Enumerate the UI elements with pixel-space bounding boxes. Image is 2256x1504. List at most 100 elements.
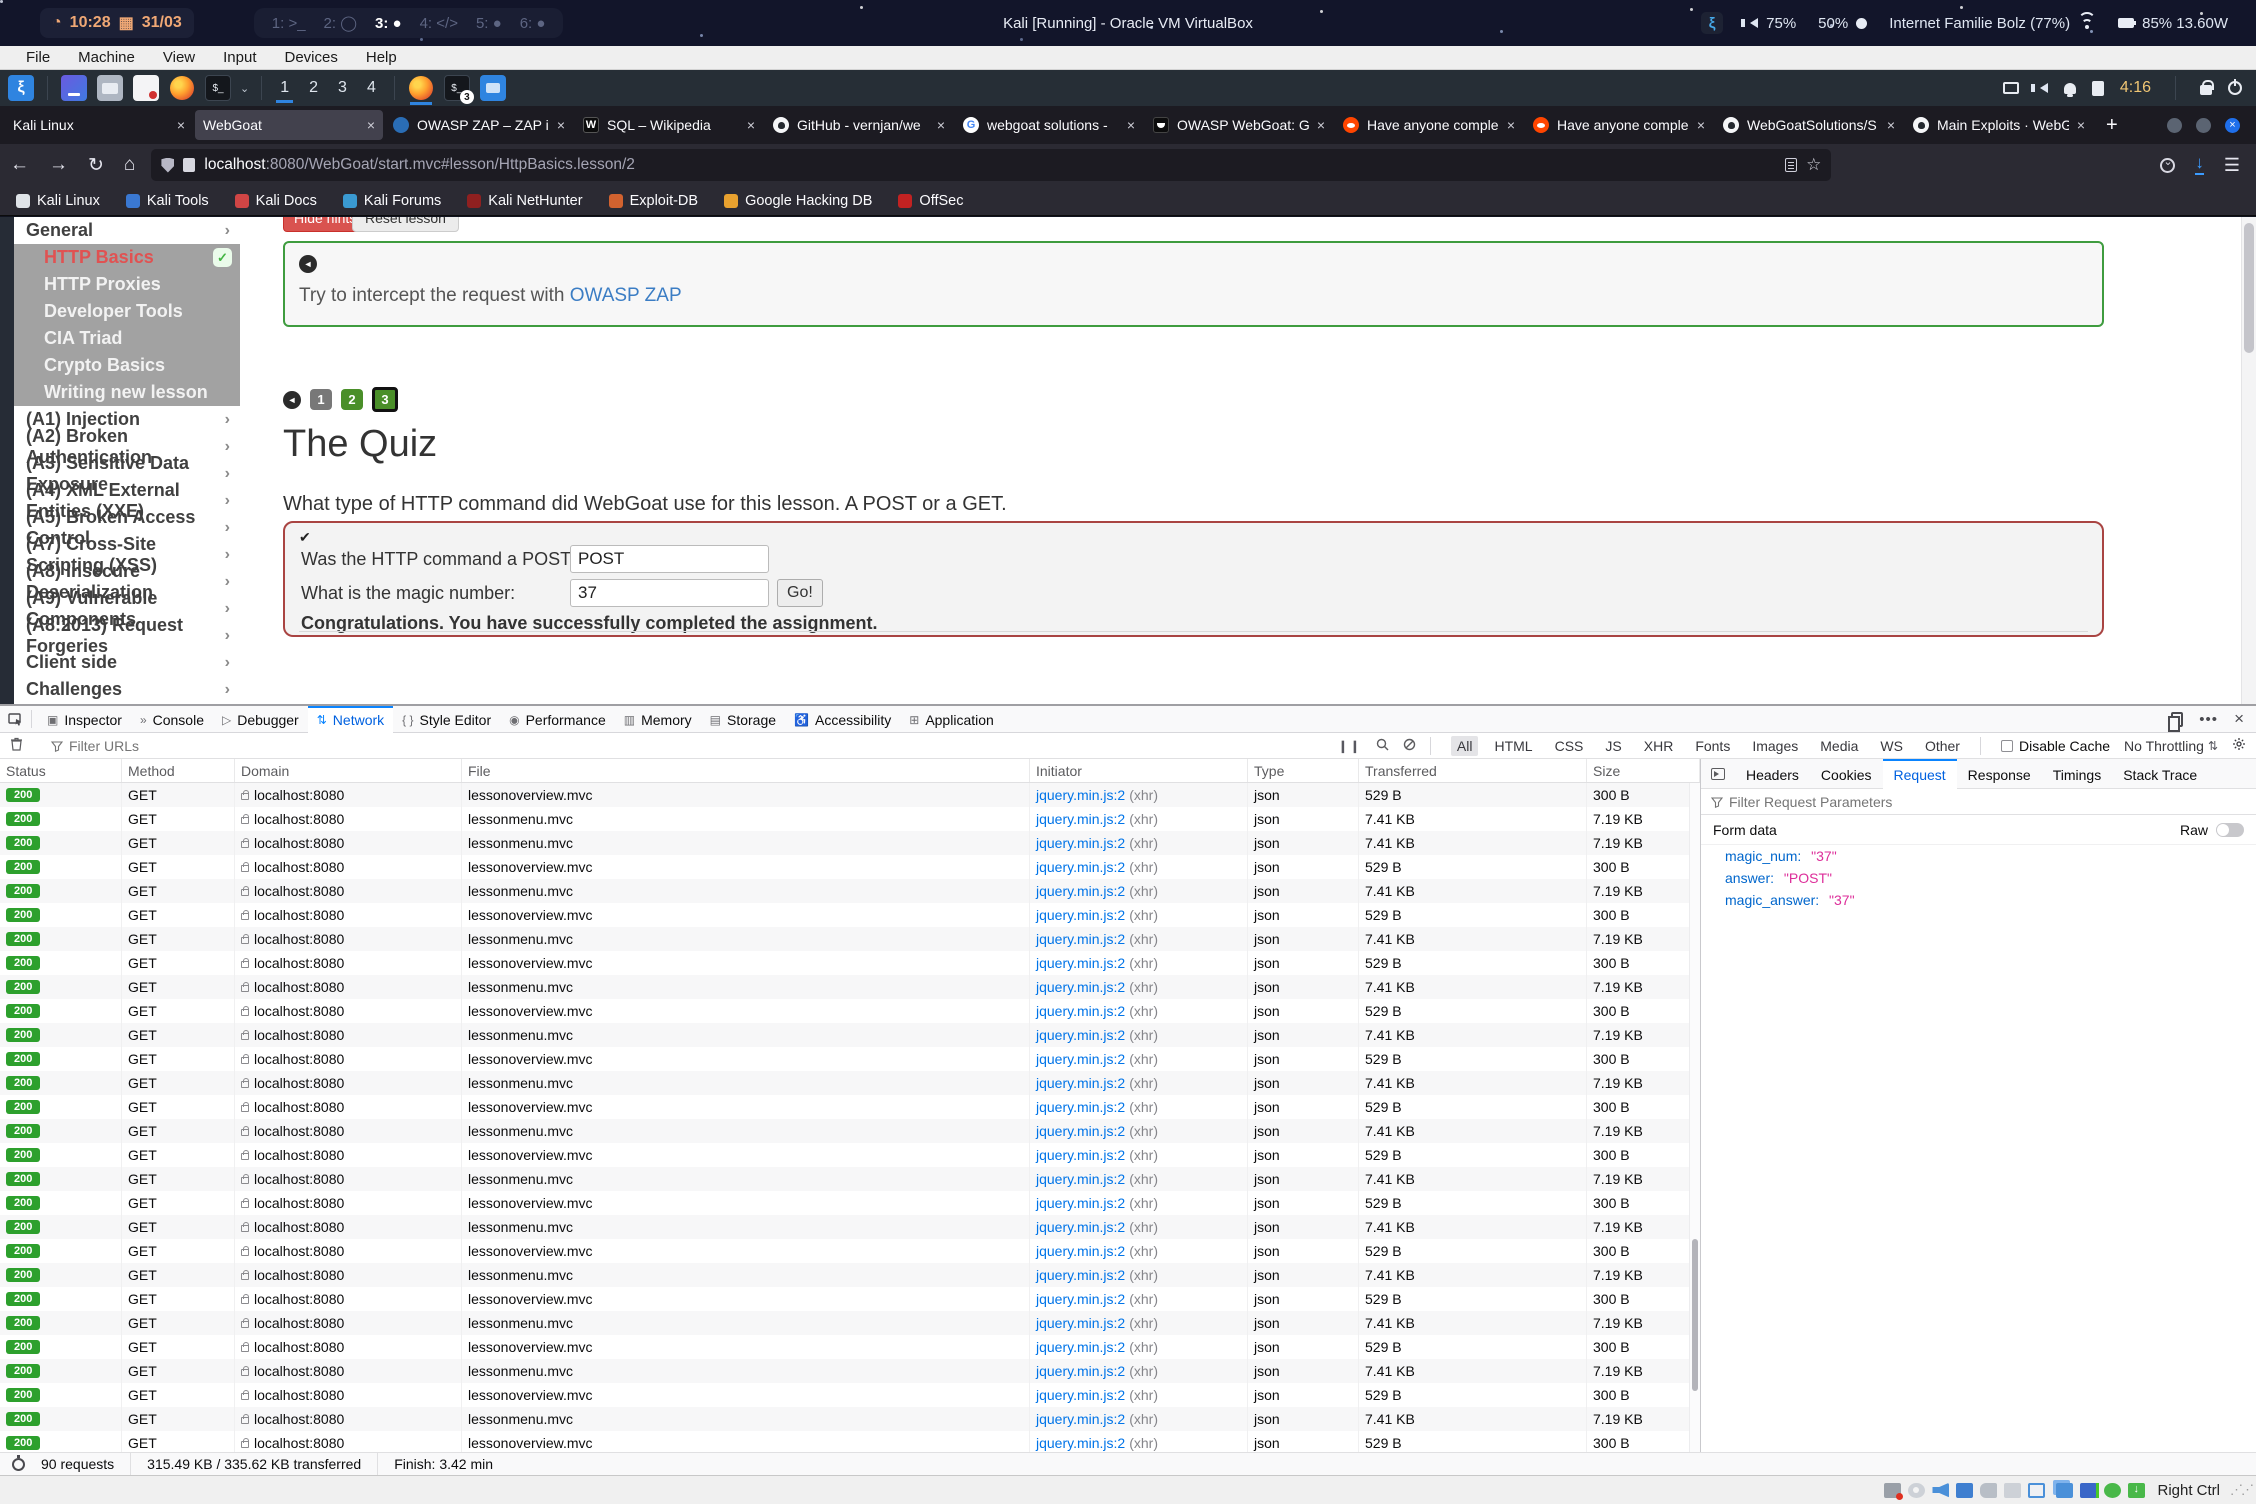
workspace-button[interactable]: 2	[299, 75, 328, 101]
initiator-link[interactable]: jquery.min.js:2	[1036, 979, 1125, 995]
collapse-panel-icon[interactable]	[1711, 768, 1725, 780]
raw-toggle-switch[interactable]	[2216, 823, 2244, 837]
type-filter-button[interactable]: Media	[1814, 736, 1864, 756]
request-row[interactable]: 200 GET localhost:8080 lessonmenu.mvc jq…	[0, 1407, 1700, 1431]
sidebar-item-general[interactable]: General ›	[14, 217, 240, 244]
column-transferred[interactable]: Transferred	[1359, 759, 1587, 782]
initiator-link[interactable]: jquery.min.js:2	[1036, 1171, 1125, 1187]
address-bar[interactable]: localhost:8080/WebGoat/start.mvc#lesson/…	[151, 149, 1831, 181]
devtools-tab[interactable]: { } Style Editor	[393, 706, 500, 733]
clear-requests-icon[interactable]	[10, 737, 23, 754]
tab-close-icon[interactable]: ×	[177, 117, 185, 133]
request-row[interactable]: 200 GET localhost:8080 lessonmenu.mvc jq…	[0, 927, 1700, 951]
initiator-link[interactable]: jquery.min.js:2	[1036, 883, 1125, 899]
devtools-tab[interactable]: ⇅ Network	[308, 706, 393, 733]
reload-button[interactable]: ↻	[88, 154, 104, 177]
owasp-zap-link[interactable]: OWASP ZAP	[570, 285, 682, 306]
initiator-link[interactable]: jquery.min.js:2	[1036, 811, 1125, 827]
initiator-link[interactable]: jquery.min.js:2	[1036, 787, 1125, 803]
home-button[interactable]: ⌂	[124, 154, 135, 176]
initiator-link[interactable]: jquery.min.js:2	[1036, 907, 1125, 923]
host-workspace[interactable]: 3: ●	[375, 15, 402, 32]
browser-tab[interactable]: WebGoatSolutions/S ×	[1715, 110, 1903, 140]
filter-urls-input[interactable]	[69, 738, 309, 754]
browser-tab[interactable]: Have anyone comple ×	[1525, 110, 1713, 140]
menubar-item[interactable]: Machine	[66, 47, 147, 68]
request-row[interactable]: 200 GET localhost:8080 lessonoverview.mv…	[0, 951, 1700, 975]
chevron-down-icon[interactable]: ⌄	[240, 82, 249, 95]
initiator-link[interactable]: jquery.min.js:2	[1036, 1051, 1125, 1067]
host-workspace[interactable]: 6: ●	[520, 15, 546, 32]
tab-close-icon[interactable]: ×	[937, 117, 945, 133]
request-row[interactable]: 200 GET localhost:8080 lessonoverview.mv…	[0, 783, 1700, 807]
initiator-link[interactable]: jquery.min.js:2	[1036, 835, 1125, 851]
request-row[interactable]: 200 GET localhost:8080 lessonmenu.mvc jq…	[0, 1119, 1700, 1143]
initiator-link[interactable]: jquery.min.js:2	[1036, 931, 1125, 947]
request-row[interactable]: 200 GET localhost:8080 lessonmenu.mvc jq…	[0, 975, 1700, 999]
text-editor-icon[interactable]	[133, 75, 159, 101]
url-text[interactable]: localhost:8080/WebGoat/start.mvc#lesson/…	[204, 156, 1776, 174]
details-tab[interactable]: Stack Trace	[2112, 759, 2208, 789]
tab-close-icon[interactable]: ×	[2077, 117, 2085, 133]
battery-tray-icon[interactable]	[2092, 81, 2104, 96]
host-workspace[interactable]: 4: </>	[420, 15, 458, 32]
initiator-link[interactable]: jquery.min.js:2	[1036, 1027, 1125, 1043]
request-row[interactable]: 200 GET localhost:8080 lessonoverview.mv…	[0, 1431, 1700, 1454]
site-info-icon[interactable]	[183, 158, 195, 172]
type-filter-button[interactable]: JS	[1599, 736, 1627, 756]
form-data-param[interactable]: answer: "POST"	[1701, 867, 2256, 889]
details-tab[interactable]: Request	[1883, 759, 1957, 789]
column-initiator[interactable]: Initiator	[1030, 759, 1248, 782]
performance-analysis-icon[interactable]	[12, 1458, 25, 1471]
vm-device-icon[interactable]	[1932, 1483, 1949, 1498]
request-row[interactable]: 200 GET localhost:8080 lessonmenu.mvc jq…	[0, 1023, 1700, 1047]
network-settings-gear-icon[interactable]	[2232, 737, 2246, 754]
initiator-link[interactable]: jquery.min.js:2	[1036, 859, 1125, 875]
power-icon[interactable]	[2228, 81, 2242, 95]
host-clock-chip[interactable]: ◔ 10:28 ▦ 31/03	[40, 8, 194, 38]
forward-button[interactable]: →	[49, 154, 68, 176]
terminal-window-button[interactable]: $_ 3	[444, 75, 470, 101]
devtools-tab[interactable]: ⊞ Application	[900, 706, 1003, 733]
pause-traffic-icon[interactable]: ❙❙	[1338, 739, 1362, 753]
devtools-close-icon[interactable]: ×	[2234, 709, 2244, 729]
host-workspace-switcher[interactable]: 1: >_2: ◯3: ●4: </>5: ●6: ●	[254, 8, 564, 38]
request-row[interactable]: 200 GET localhost:8080 lessonoverview.mv…	[0, 1287, 1700, 1311]
file-manager-icon[interactable]	[97, 75, 123, 101]
column-type[interactable]: Type	[1248, 759, 1359, 782]
tab-close-icon[interactable]: ×	[367, 117, 375, 133]
workspace-button[interactable]: 4	[357, 75, 386, 101]
devtools-tab[interactable]: » Console	[131, 706, 213, 733]
downloads-icon[interactable]: ↓	[2195, 156, 2204, 175]
initiator-link[interactable]: jquery.min.js:2	[1036, 1339, 1125, 1355]
tab-close-icon[interactable]: ×	[1317, 117, 1325, 133]
vm-device-icon[interactable]	[2056, 1483, 2073, 1498]
resize-grip[interactable]: ⋰⋰	[2230, 1482, 2252, 1498]
request-row[interactable]: 200 GET localhost:8080 lessonmenu.mvc jq…	[0, 1167, 1700, 1191]
type-filter-button[interactable]: Other	[1919, 736, 1966, 756]
volume-tray-icon[interactable]	[2035, 83, 2048, 93]
browser-tab[interactable]: Kali Linux ×	[5, 110, 193, 140]
tab-close-icon[interactable]: ×	[557, 117, 565, 133]
request-row[interactable]: 200 GET localhost:8080 lessonoverview.mv…	[0, 855, 1700, 879]
devtools-tab[interactable]: ▷ Debugger	[213, 706, 308, 733]
type-filter-button[interactable]: XHR	[1638, 736, 1680, 756]
browser-tab[interactable]: OWASP ZAP – ZAP i ×	[385, 110, 573, 140]
initiator-link[interactable]: jquery.min.js:2	[1036, 1219, 1125, 1235]
request-row[interactable]: 200 GET localhost:8080 lessonoverview.mv…	[0, 1095, 1700, 1119]
initiator-link[interactable]: jquery.min.js:2	[1036, 1123, 1125, 1139]
reader-mode-icon[interactable]	[1785, 158, 1797, 172]
initiator-link[interactable]: jquery.min.js:2	[1036, 1267, 1125, 1283]
request-row[interactable]: 200 GET localhost:8080 lessonoverview.mv…	[0, 1143, 1700, 1167]
battery-indicator[interactable]: 85% 13.60W	[2118, 15, 2228, 32]
responsive-design-mode-icon[interactable]	[2171, 712, 2183, 727]
browser-tab[interactable]: W SQL – Wikipedia ×	[575, 110, 763, 140]
type-filter-button[interactable]: WS	[1874, 736, 1909, 756]
close-window-button[interactable]: ×	[2225, 118, 2240, 133]
vm-device-icon[interactable]	[2128, 1483, 2145, 1498]
initiator-link[interactable]: jquery.min.js:2	[1036, 1387, 1125, 1403]
initiator-link[interactable]: jquery.min.js:2	[1036, 1411, 1125, 1427]
scrollbar-thumb[interactable]	[2244, 223, 2254, 353]
filter-request-parameters-input[interactable]	[1729, 794, 1969, 810]
request-row[interactable]: 200 GET localhost:8080 lessonoverview.mv…	[0, 1335, 1700, 1359]
